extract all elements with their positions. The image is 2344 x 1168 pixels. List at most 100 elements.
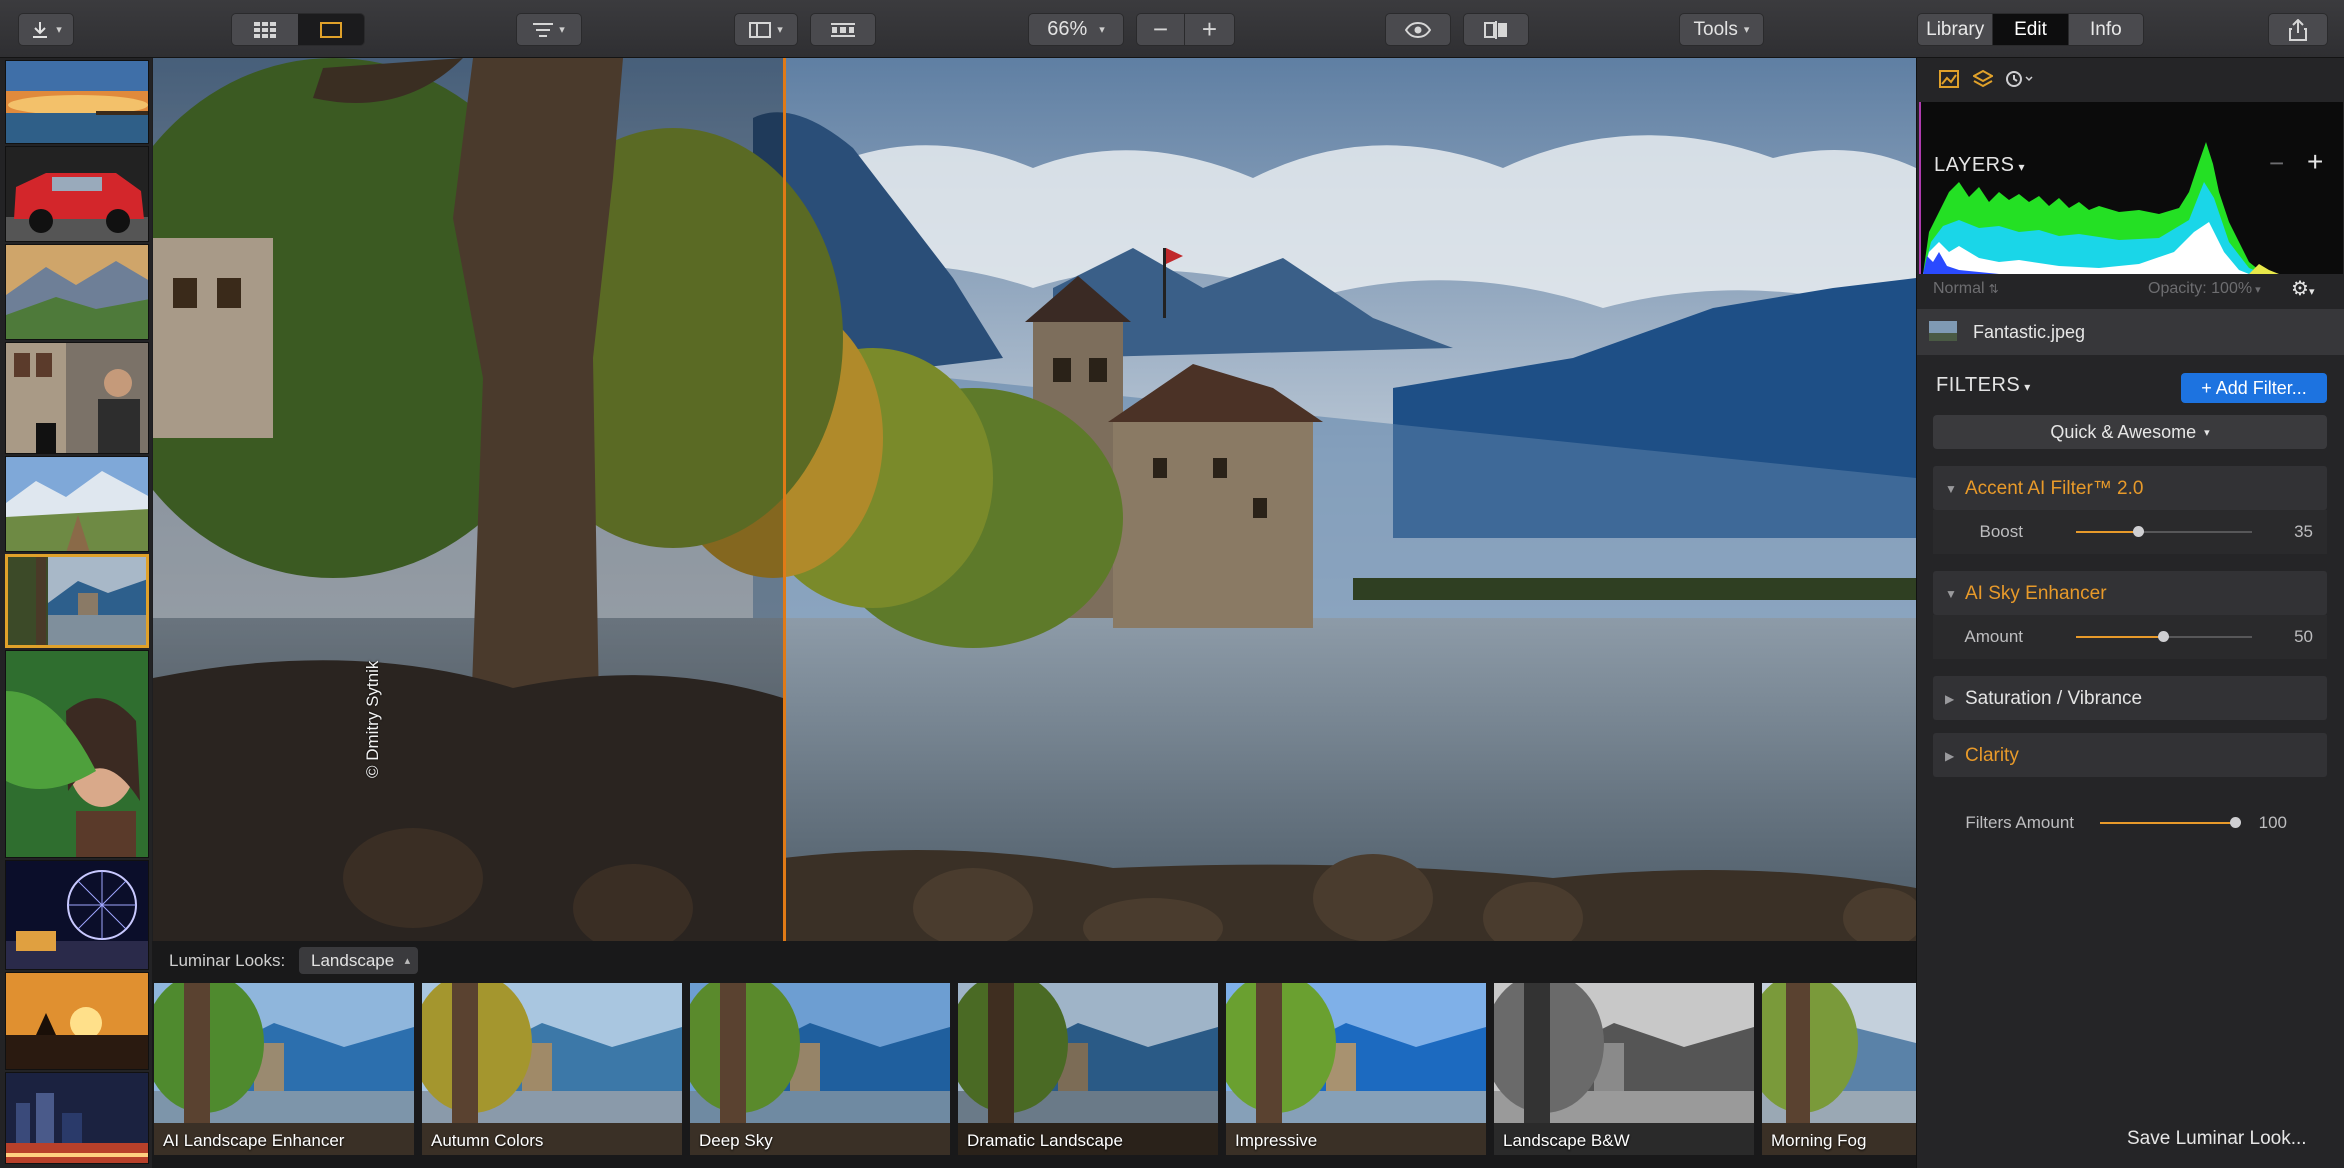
chevron-down-icon: ▾: [56, 24, 62, 36]
tab-info[interactable]: Info: [2068, 14, 2143, 45]
histogram: [1919, 102, 2343, 274]
filmstrip-icon: [831, 22, 855, 37]
disclosure-open-icon: ▼: [1945, 482, 1957, 496]
looks-category-select[interactable]: Landscape ▴: [299, 947, 419, 974]
add-filter-button[interactable]: + Add Filter...: [2181, 373, 2327, 403]
grid-icon: [254, 21, 276, 38]
tab-edit[interactable]: Edit: [1993, 14, 2069, 45]
filter-title: Clarity: [1965, 745, 2019, 766]
save-look-button[interactable]: Save Luminar Look...: [2127, 1128, 2307, 1150]
thumbnail-image: [6, 61, 148, 143]
filter-title: Saturation / Vibrance: [1965, 688, 2143, 709]
tools-menu-button[interactable]: Tools ▾: [1679, 13, 1764, 46]
history-icon[interactable]: [2005, 70, 2035, 88]
filters-header[interactable]: FILTERS ▾: [1936, 374, 2031, 397]
look-item[interactable]: Landscape B&W: [1494, 983, 1754, 1155]
updown-icon: ⇅: [1988, 282, 1999, 296]
filters-amount-label: Filters Amount: [1965, 813, 2074, 832]
look-item[interactable]: Morning Fog: [1762, 983, 1916, 1155]
sort-menu-button[interactable]: ▾: [516, 13, 582, 46]
boost-slider-knob[interactable]: [2133, 526, 2144, 537]
opacity-control[interactable]: Opacity: 100% ▾: [2148, 280, 2261, 298]
main-photo: [153, 58, 1916, 941]
split-divider-handle[interactable]: [783, 58, 786, 941]
histogram-toggle-icon[interactable]: [1939, 70, 1959, 88]
eye-icon: [1405, 21, 1431, 38]
chevron-down-icon: ▾: [2255, 284, 2261, 296]
compare-button[interactable]: [1463, 13, 1529, 46]
layers-icon[interactable]: [1973, 69, 1993, 89]
look-label: Landscape B&W: [1503, 1131, 1630, 1150]
thumbnail-image: [6, 343, 148, 453]
filter-ai-sky-header[interactable]: ▼ AI Sky Enhancer: [1933, 571, 2327, 615]
zoom-value: 66%: [1047, 18, 1088, 40]
look-preview: [1226, 983, 1486, 1155]
filter-saturation-header[interactable]: ▶ Saturation / Vibrance: [1933, 676, 2327, 720]
add-layer-button[interactable]: +: [2307, 146, 2323, 178]
thumbnail[interactable]: [5, 342, 149, 454]
filter-preset-select[interactable]: Quick & Awesome ▾: [1933, 415, 2327, 449]
layers-header[interactable]: LAYERS ▾: [1934, 154, 2025, 177]
grid-view-button[interactable]: [232, 14, 298, 45]
thumbnail-image: [6, 245, 148, 339]
look-item[interactable]: Autumn Colors: [422, 983, 682, 1155]
export-button[interactable]: ▾: [18, 13, 74, 46]
filter-accent-ai-header[interactable]: ▼ Accent AI Filter™ 2.0: [1933, 466, 2327, 510]
thumbnail-image: [6, 973, 148, 1069]
sidebar-toggle-button[interactable]: ▾: [734, 13, 798, 46]
thumbnail[interactable]: [5, 456, 149, 552]
look-label: Dramatic Landscape: [967, 1131, 1123, 1150]
filter-clarity-header[interactable]: ▶ Clarity: [1933, 733, 2327, 777]
amount-slider-knob[interactable]: [2158, 631, 2169, 642]
look-item[interactable]: Deep Sky: [690, 983, 950, 1155]
tab-library[interactable]: Library: [1918, 14, 1994, 45]
thumbnail[interactable]: [5, 860, 149, 970]
chevron-down-icon: ▾: [1743, 24, 1750, 36]
look-label: AI Landscape Enhancer: [163, 1131, 345, 1150]
boost-slider-fill: [2076, 531, 2138, 533]
thumbnail-image: [6, 651, 148, 857]
filmstrip-toggle-button[interactable]: [810, 13, 876, 46]
layer-item[interactable]: Fantastic.jpeg: [1917, 309, 2344, 355]
blend-mode-select[interactable]: Normal ⇅: [1933, 280, 1999, 298]
download-icon: [33, 21, 48, 38]
look-label: Morning Fog: [1771, 1131, 1867, 1150]
plus-icon: +: [1201, 14, 1218, 44]
look-preview: [154, 983, 414, 1155]
thumbnail[interactable]: [5, 244, 149, 340]
zoom-select[interactable]: 66% ▾: [1028, 13, 1124, 46]
look-item[interactable]: Dramatic Landscape: [958, 983, 1218, 1155]
filter-title: Accent AI Filter™ 2.0: [1965, 478, 2144, 499]
look-item[interactable]: Impressive: [1226, 983, 1486, 1155]
filmstrip: [0, 58, 152, 1168]
filter-ai-sky-controls: Amount 50: [1933, 615, 2327, 659]
chevron-down-icon: ▾: [2018, 160, 2025, 174]
thumbnail[interactable]: [5, 1072, 149, 1164]
layer-settings-button[interactable]: ⚙▾: [2291, 276, 2314, 301]
view-mode-group: [231, 13, 365, 46]
chevron-down-icon: ▾: [2204, 426, 2210, 439]
preview-button[interactable]: [1385, 13, 1451, 46]
thumbnail[interactable]: [5, 972, 149, 1070]
thumbnail[interactable]: [5, 650, 149, 858]
layers-title: LAYERS: [1934, 154, 2015, 176]
share-button[interactable]: [2268, 13, 2328, 46]
single-image-icon: [320, 21, 342, 38]
thumbnail-selected[interactable]: [5, 554, 149, 648]
thumbnail[interactable]: [5, 60, 149, 144]
layer-name: Fantastic.jpeg: [1973, 322, 2086, 342]
disclosure-closed-icon: ▶: [1945, 692, 1955, 706]
minus-icon: −: [1152, 14, 1169, 44]
look-item[interactable]: AI Landscape Enhancer: [154, 983, 414, 1155]
remove-layer-button[interactable]: −: [2269, 148, 2284, 179]
thumbnail[interactable]: [5, 146, 149, 242]
chevron-down-icon: ▾: [2024, 380, 2031, 394]
zoom-out-button[interactable]: −: [1137, 14, 1186, 45]
image-canvas[interactable]: © Dmitry Sytnik: [153, 58, 1916, 941]
zoom-in-button[interactable]: +: [1185, 14, 1234, 45]
slider-label: Amount: [1964, 627, 2023, 646]
zoom-buttons: − +: [1136, 13, 1235, 46]
single-view-button[interactable]: [298, 14, 364, 45]
chevron-down-icon: ▾: [777, 24, 783, 36]
look-preview: [958, 983, 1218, 1155]
